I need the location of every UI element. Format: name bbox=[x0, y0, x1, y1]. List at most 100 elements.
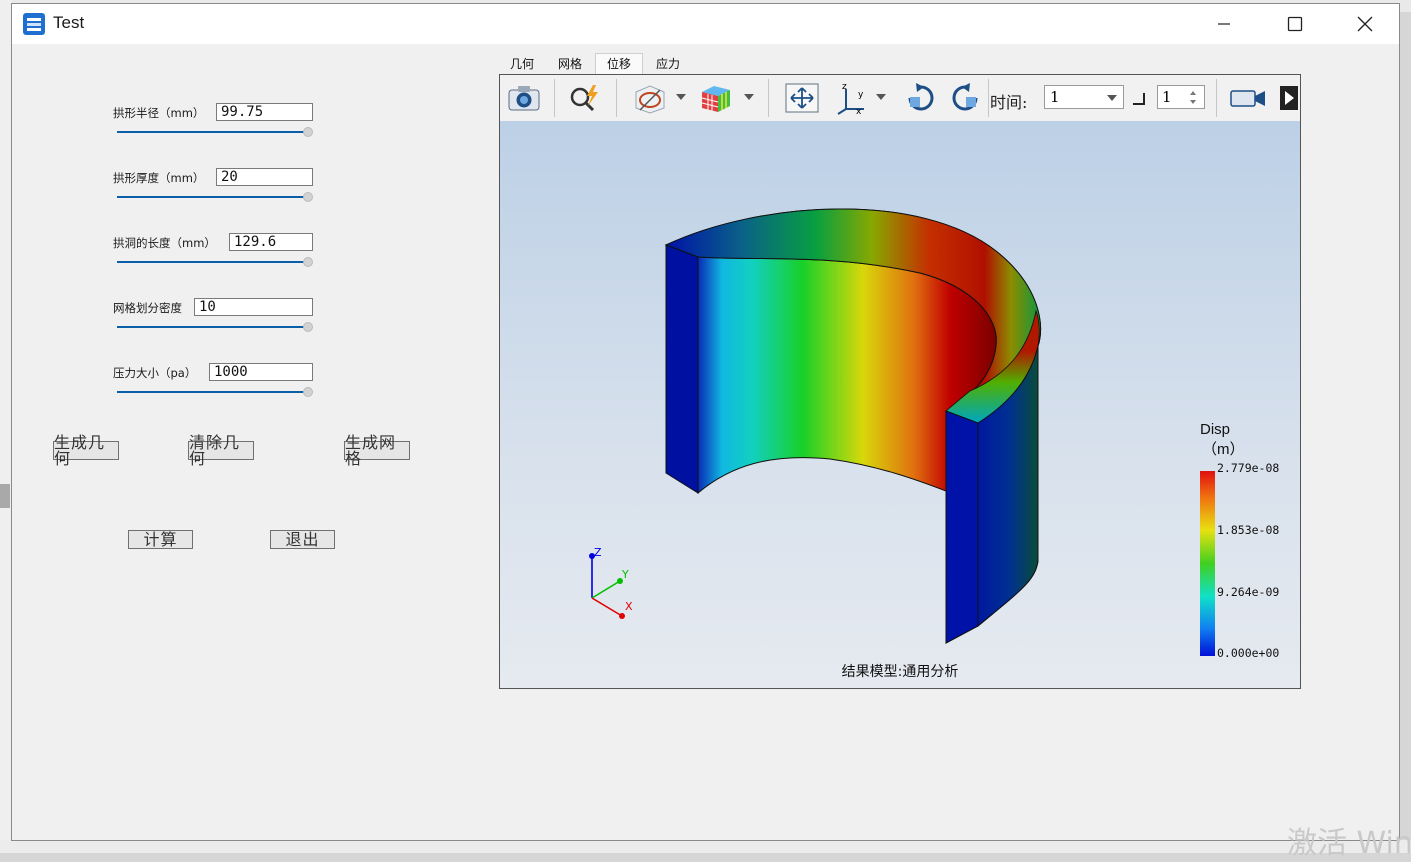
legend-tick-min: 0.000e+00 bbox=[1217, 646, 1280, 660]
exit-button[interactable]: 退出 bbox=[270, 530, 335, 549]
app-window: Test 拱形半径（mm） 99.75 拱形厚度（mm） 20 拱洞的长度（mm… bbox=[11, 3, 1400, 841]
step-icon bbox=[1133, 93, 1145, 105]
tab-mesh[interactable]: 网格 bbox=[549, 54, 591, 74]
slider-thumb[interactable] bbox=[303, 322, 313, 332]
toolbar-separator bbox=[768, 79, 769, 117]
x-axis-line bbox=[591, 597, 623, 617]
svg-text:y: y bbox=[858, 90, 864, 100]
mesh-density-label: 网格划分密度 bbox=[113, 301, 182, 315]
radius-label: 拱形半径（mm） bbox=[113, 106, 205, 120]
pan-button[interactable] bbox=[782, 81, 822, 115]
result-viewer: z y x 时间: 1 1 Z Y X Disp （m） 2.779e-08 1… bbox=[499, 74, 1301, 689]
axis-triad: Z Y X bbox=[589, 546, 633, 619]
rotate-counterclockwise-icon bbox=[952, 83, 978, 111]
pressure-label: 压力大小（pa） bbox=[113, 366, 197, 380]
legend-tick-max: 2.779e-08 bbox=[1217, 461, 1280, 475]
minimize-icon bbox=[1218, 23, 1230, 25]
tab-displacement[interactable]: 位移 bbox=[595, 53, 643, 76]
view-axes-button[interactable]: z y x bbox=[832, 81, 872, 115]
time-select[interactable]: 1 bbox=[1044, 85, 1124, 109]
clear-geometry-button[interactable]: 清除几何 bbox=[188, 434, 254, 466]
slider-thumb[interactable] bbox=[303, 127, 313, 137]
color-cube-button[interactable] bbox=[696, 81, 736, 115]
slider-track bbox=[117, 261, 305, 263]
time-label: 时间: bbox=[990, 93, 1028, 112]
generate-mesh-button[interactable]: 生成网格 bbox=[344, 434, 410, 466]
radius-slider[interactable] bbox=[117, 127, 313, 137]
background-scroll-mark bbox=[0, 484, 10, 508]
camera-icon bbox=[508, 86, 540, 111]
screenshot-button[interactable] bbox=[504, 81, 544, 115]
toolbar-separator bbox=[554, 79, 555, 117]
step-spinbox-value: 1 bbox=[1162, 88, 1172, 106]
video-camera-icon bbox=[1230, 90, 1265, 107]
tunnel-length-slider[interactable] bbox=[117, 257, 313, 267]
thickness-slider[interactable] bbox=[117, 192, 313, 202]
activation-watermark: 激活 Win bbox=[1287, 826, 1411, 861]
thickness-field[interactable]: 20 bbox=[216, 168, 313, 186]
generate-geometry-button[interactable]: 生成几何 bbox=[53, 434, 119, 466]
legend-tick: 1.853e-08 bbox=[1217, 523, 1280, 537]
close-button[interactable] bbox=[1330, 4, 1400, 44]
slider-track bbox=[117, 196, 305, 198]
3d-viewport[interactable]: Z Y X Disp （m） 2.779e-08 1.853e-08 9.264… bbox=[500, 121, 1300, 688]
toolbar-separator bbox=[988, 79, 989, 117]
rotate-ccw-button[interactable] bbox=[946, 81, 986, 115]
title-bar[interactable]: Test bbox=[12, 4, 1399, 44]
color-cube-icon bbox=[701, 86, 730, 112]
view-axes-dropdown-arrow[interactable] bbox=[876, 94, 886, 100]
minimize-button[interactable] bbox=[1189, 4, 1259, 44]
pan-icon bbox=[785, 83, 819, 113]
z-axis-label: Z bbox=[594, 546, 602, 559]
y-axis-line bbox=[591, 580, 621, 599]
compute-button[interactable]: 计算 bbox=[128, 530, 193, 549]
tab-geometry[interactable]: 几何 bbox=[501, 54, 543, 74]
spin-up-icon[interactable] bbox=[1190, 91, 1196, 95]
display-mode-dropdown-arrow[interactable] bbox=[676, 94, 686, 100]
legend-color-bar bbox=[1200, 471, 1215, 656]
window-title: Test bbox=[53, 13, 85, 32]
legend-title: Disp bbox=[1200, 421, 1231, 438]
record-video-button[interactable] bbox=[1228, 81, 1268, 115]
step-spinbox[interactable]: 1 bbox=[1157, 85, 1205, 109]
x-axis-label: X bbox=[625, 600, 633, 613]
thickness-label: 拱形厚度（mm） bbox=[113, 171, 205, 185]
tab-stress[interactable]: 应力 bbox=[645, 54, 691, 74]
spin-down-icon[interactable] bbox=[1190, 100, 1196, 104]
rotate-cw-button[interactable] bbox=[900, 81, 940, 115]
maximize-icon bbox=[1287, 16, 1303, 32]
tunnel-length-field[interactable]: 129.6 bbox=[229, 233, 313, 251]
result-caption: 结果模型:通用分析 bbox=[841, 664, 959, 680]
zoom-query-button[interactable] bbox=[564, 81, 604, 115]
slider-thumb[interactable] bbox=[303, 192, 313, 202]
app-icon bbox=[23, 13, 45, 35]
legend-tick: 9.264e-09 bbox=[1217, 585, 1280, 599]
radius-field[interactable]: 99.75 bbox=[216, 103, 313, 121]
svg-text:x: x bbox=[856, 107, 862, 115]
play-icon bbox=[1280, 86, 1298, 110]
color-cube-dropdown-arrow[interactable] bbox=[744, 94, 754, 100]
display-mode-button[interactable] bbox=[628, 81, 670, 115]
toolbar-separator bbox=[1216, 79, 1217, 117]
pressure-slider[interactable] bbox=[117, 387, 313, 397]
slider-track bbox=[117, 131, 305, 133]
slider-thumb[interactable] bbox=[303, 257, 313, 267]
rotate-clockwise-icon bbox=[908, 83, 934, 111]
legend-unit: （m） bbox=[1202, 441, 1245, 458]
mesh-density-field[interactable]: 10 bbox=[194, 298, 313, 316]
pressure-field[interactable]: 1000 bbox=[209, 363, 313, 381]
y-axis-label: Y bbox=[621, 568, 629, 581]
svg-text:z: z bbox=[842, 82, 847, 92]
mesh-density-slider[interactable] bbox=[117, 322, 313, 332]
maximize-button[interactable] bbox=[1260, 4, 1330, 44]
toolbar-separator bbox=[616, 79, 617, 117]
cube-section-icon bbox=[635, 85, 665, 114]
slider-thumb[interactable] bbox=[303, 387, 313, 397]
chevron-down-icon bbox=[1107, 95, 1117, 101]
viewer-toolbar: z y x 时间: 1 1 bbox=[500, 75, 1300, 122]
magnifier-icon bbox=[570, 85, 598, 112]
slider-track bbox=[117, 326, 305, 328]
tunnel-length-label: 拱洞的长度（mm） bbox=[113, 236, 216, 250]
close-icon bbox=[1357, 16, 1373, 32]
play-button[interactable] bbox=[1278, 81, 1300, 115]
